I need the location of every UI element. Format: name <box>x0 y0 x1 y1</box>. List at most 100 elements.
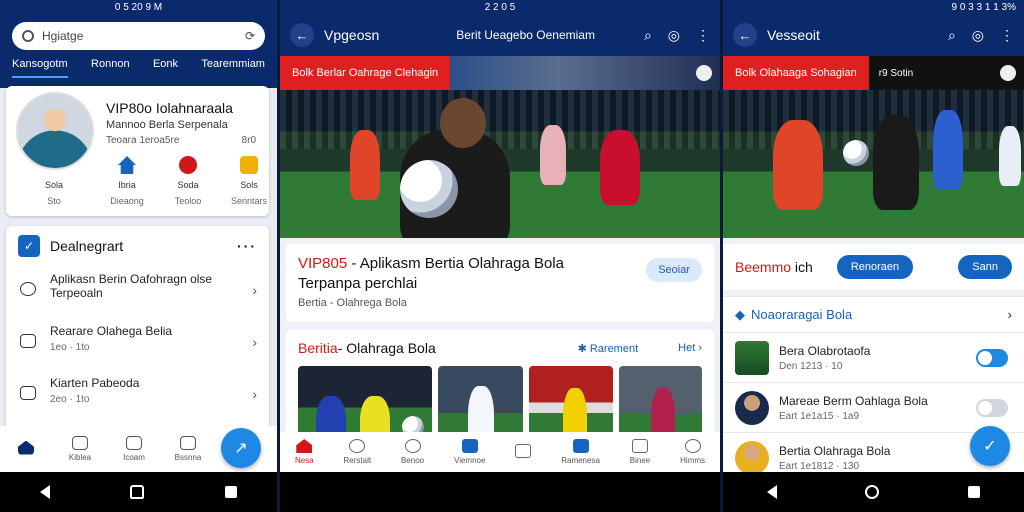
more-vert-icon[interactable]: ⋮ <box>696 27 710 44</box>
quick-action-2[interactable]: Soda Teoloo <box>163 156 213 206</box>
tab-viemnoe[interactable]: Viemnoe <box>454 439 485 465</box>
list-item[interactable]: Kiarten Pabeoda 2eo · 1to › <box>6 370 269 422</box>
link-rarement[interactable]: ✱ Rarement <box>578 342 639 355</box>
fab-button[interactable]: ↗ <box>221 428 261 468</box>
toggle-icon[interactable] <box>696 65 712 81</box>
search-input[interactable]: Hgiatge <box>42 29 83 43</box>
nav-home[interactable] <box>12 440 40 458</box>
pin-icon: ↗ <box>234 440 248 457</box>
banner-extra: r9 Sotin <box>868 56 1024 90</box>
profile-card: Sola Sto VIP80o Iolahnaraala Mannoo Berl… <box>6 86 269 216</box>
toggle-switch[interactable] <box>976 349 1008 367</box>
tab-nesa[interactable]: Nesa <box>295 439 314 465</box>
search-icon <box>22 30 34 42</box>
screen-home: 0 5 20 9 M Hgiatge ⟳ Kansogotm Ronnon Eo… <box>0 0 277 512</box>
nav-kiblea[interactable]: Kiblea <box>66 436 94 462</box>
tab-doc[interactable] <box>515 443 532 461</box>
tab-tearemmiam[interactable]: Tearemmiam <box>201 58 265 78</box>
quick-action-3[interactable]: Sols Senntars <box>224 156 274 206</box>
promo-banner[interactable]: Bolk Berlar Oahrage Clehagin <box>280 56 720 90</box>
promo-banner[interactable]: Bolk Olahaaga Sohagian r9 Sotin <box>723 56 1024 90</box>
player-pink <box>540 125 566 185</box>
bottom-tabs: Nesa Rerstalt Benoo Viemnoe Ramenesa Bin… <box>280 432 720 472</box>
player-red <box>600 130 640 205</box>
back-icon[interactable] <box>40 485 51 499</box>
recents-icon[interactable] <box>224 486 237 498</box>
tab-benoo[interactable]: Benoo <box>401 439 424 465</box>
quick-sublabel: Dieaong <box>110 196 144 206</box>
tab-label: Rerstalt <box>343 456 372 465</box>
screen-list: 9 0 3 3 1 1 3% ← Vesseoit ⌕ ◎ ⋮ Bolk Ola… <box>723 0 1024 512</box>
secondary-button[interactable]: Sann <box>958 255 1012 279</box>
app-bar: ← Vesseoit ⌕ ◎ ⋮ <box>723 14 1024 56</box>
list-item-title: Rearare Olahega Belia <box>50 324 173 338</box>
list-item[interactable]: Rearare Olahega Belia 1eo · 1to › <box>6 318 269 370</box>
home-button-icon[interactable] <box>130 485 145 499</box>
banner-image <box>450 56 720 90</box>
action-row: Beemmo ich Renoraen Sann <box>723 244 1024 290</box>
link-next[interactable]: Het › <box>678 342 702 354</box>
target-icon[interactable]: ◎ <box>972 27 984 44</box>
tab-rerstalt[interactable]: Rerstalt <box>343 439 372 465</box>
app-bar-actions: ⌕ ◎ ⋮ <box>948 27 1014 44</box>
quick-action-1[interactable]: Ibria Dieaong <box>102 156 152 206</box>
quick-label: Ibria <box>118 180 136 190</box>
screen-article: 2 2 0 5 ← Vpgeosn Berit Ueagebo Oenemiam… <box>280 0 720 512</box>
list-header: ✓ Dealnegrart ··· <box>6 226 269 266</box>
target-icon[interactable]: ◎ <box>668 27 680 44</box>
toggle-switch[interactable] <box>976 399 1008 417</box>
list-item[interactable]: Mareae Berm Oahlaga Bola Eart 1e1a15 · 1a… <box>723 382 1024 432</box>
tab-kansogotm[interactable]: Kansogotm <box>12 58 68 78</box>
nav-bssnna[interactable]: Bssnna <box>174 436 202 462</box>
app-bar: ← Vpgeosn Berit Ueagebo Oenemiam ⌕ ◎ ⋮ <box>280 14 720 56</box>
more-vert-icon[interactable]: ⋮ <box>1000 27 1014 44</box>
search-bar[interactable]: Hgiatge ⟳ <box>12 22 265 50</box>
chevron-right-icon: › <box>252 334 257 350</box>
hero-image <box>723 90 1024 238</box>
player-orange <box>773 120 823 210</box>
tab-binee[interactable]: Binee <box>630 439 650 465</box>
back-arrow-icon[interactable]: ← <box>733 23 757 47</box>
article-subtitle: Bertia - Olahrega Bola <box>298 297 407 309</box>
quick-sublabel: Teoloo <box>174 196 202 206</box>
list-item-meta: 2eo · 1to <box>50 394 90 405</box>
system-nav <box>723 472 1024 512</box>
item-meta: Eart 1e1a15 · 1a9 <box>779 410 860 422</box>
item-title: Bertia Olahraga Bola <box>779 443 891 458</box>
back-icon[interactable] <box>767 485 778 499</box>
refresh-icon[interactable]: ⟳ <box>245 29 255 43</box>
more-icon[interactable]: ··· <box>237 238 257 254</box>
ticket-icon <box>240 156 258 174</box>
nav-icoam[interactable]: Icoam <box>120 436 148 462</box>
action-pill-button[interactable]: Seoiar <box>646 258 702 282</box>
search-icon[interactable]: ⌕ <box>644 27 652 44</box>
article-title-card: VIP805 - Aplikasm Bertia Olahraga Bola T… <box>286 244 714 322</box>
chat-icon <box>404 439 421 453</box>
list-item[interactable]: Bera Olabrotaofa Den 1213 · 10 <box>723 332 1024 382</box>
search-icon[interactable]: ⌕ <box>948 27 956 44</box>
primary-button[interactable]: Renoraen <box>836 255 914 279</box>
toggle-icon[interactable] <box>1000 65 1016 81</box>
avatar[interactable] <box>16 92 94 170</box>
section-header[interactable]: ◆ Noaoraragai Bola › <box>723 296 1024 332</box>
status-bar: 9 0 3 3 1 1 3% <box>723 0 1024 14</box>
ball-icon <box>179 156 197 174</box>
trend-icon <box>461 439 478 453</box>
back-arrow-icon[interactable]: ← <box>290 23 314 47</box>
recents-icon[interactable] <box>967 486 980 498</box>
image-icon <box>632 439 649 453</box>
tab-himms[interactable]: Himms <box>680 439 705 465</box>
chevron-right-icon: › <box>1007 307 1012 322</box>
news-highlight: Beritia <box>298 340 338 356</box>
list-item[interactable]: Aplikasn Berin Oafohragn olse Terpeoaln … <box>6 266 269 318</box>
tab-ronnon[interactable]: Ronnon <box>91 58 130 78</box>
tab-eonk[interactable]: Eonk <box>153 58 178 78</box>
tab-ramenesa[interactable]: Ramenesa <box>561 439 600 465</box>
home-button-icon[interactable] <box>865 485 880 499</box>
fab-button[interactable]: ✓ <box>970 426 1010 466</box>
list-item-title: Kiarten Pabeoda <box>50 376 140 390</box>
nav-label: Icoam <box>123 453 145 462</box>
banner-label: Bolk Olahaaga Sohagian <box>723 56 869 90</box>
quick-actions: Ibria Dieaong Soda Teoloo Sols Senntars <box>102 156 274 206</box>
banner-label: Bolk Berlar Oahrage Clehagin <box>280 56 451 90</box>
